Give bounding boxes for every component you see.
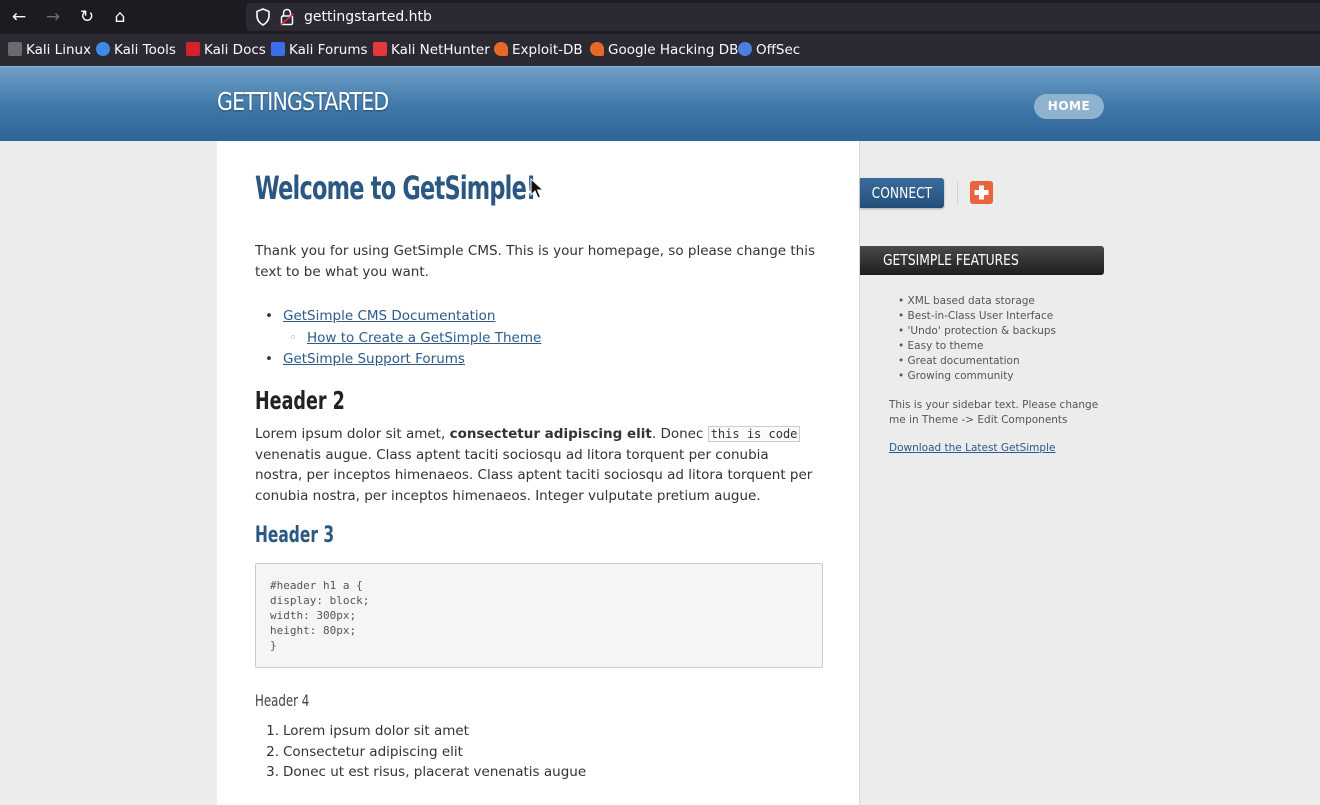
insecure-lock-icon[interactable] <box>280 8 294 26</box>
bookmark-google-hacking-db[interactable]: Google Hacking DB <box>590 41 738 59</box>
lorem-text-mid: . Donec <box>651 426 708 442</box>
bookmark-kali-forums[interactable]: Kali Forums <box>271 41 368 59</box>
bookmark-label: Kali Tools <box>114 42 176 58</box>
code-block: #header h1 a { display: block; width: 30… <box>255 563 823 668</box>
code-line: } <box>270 639 277 652</box>
kali-forums-icon <box>271 42 285 56</box>
url-text[interactable]: gettingstarted.htb <box>304 8 432 26</box>
bookmark-label: Kali Forums <box>289 42 368 58</box>
site-title[interactable]: GETTINGSTARTED <box>217 87 389 116</box>
features-title: GETSIMPLE FEATURES <box>883 251 1019 269</box>
list-item: • GetSimple Support Forums <box>265 351 465 367</box>
offsec-icon <box>738 42 752 56</box>
lorem-text-start: Lorem ipsum dolor sit amet, <box>255 426 450 442</box>
bookmark-kali-docs[interactable]: Kali Docs <box>186 41 266 59</box>
list-item: ◦ How to Create a GetSimple Theme <box>289 329 542 346</box>
intro-paragraph: Thank you for using GetSimple CMS. This … <box>255 243 816 280</box>
feature-item: XML based data storage <box>898 294 1108 309</box>
list-item: 2. Consectetur adipiscing elit <box>266 743 463 760</box>
list-item-text: Lorem ipsum dolor sit amet <box>283 723 469 739</box>
mouse-cursor-icon <box>530 178 544 199</box>
feature-item: 'Undo' protection & backups <box>898 324 1108 339</box>
download-link[interactable]: Download the Latest GetSimple <box>889 442 1055 454</box>
main-content: Welcome to GetSimple! Thank you for usin… <box>217 141 860 805</box>
lorem-text-end: venenatis augue. Class aptent taciti soc… <box>255 446 813 504</box>
sidebar-text: This is your sidebar text. Please change… <box>889 399 1099 426</box>
plus-icon[interactable] <box>970 181 993 204</box>
bookmark-label: Exploit-DB <box>512 42 583 58</box>
kali-dragon-icon <box>8 42 22 56</box>
sidebar-divider <box>957 182 958 204</box>
feature-item: Great documentation <box>898 354 1108 369</box>
back-arrow-icon[interactable]: ← <box>7 5 31 29</box>
header-2: Header 2 <box>255 386 345 415</box>
code-line: display: block; <box>270 594 370 607</box>
ghdb-icon <box>590 42 604 56</box>
browser-toolbar: ← → ↻ ⌂ gettingstarted.htb <box>0 0 1320 34</box>
site-header: GETTINGSTARTED HOME <box>0 66 1320 141</box>
list-item: • GetSimple CMS Documentation <box>265 308 496 324</box>
list-item: 1. Lorem ipsum dolor sit amet <box>266 723 469 739</box>
reload-icon[interactable]: ↻ <box>75 5 99 29</box>
feature-item: Best-in-Class User Interface <box>898 309 1108 324</box>
support-forums-link[interactable]: GetSimple Support Forums <box>283 351 465 367</box>
bookmark-label: Kali NetHunter <box>391 42 490 58</box>
bookmark-kali-linux[interactable]: Kali Linux <box>8 41 91 59</box>
home-icon[interactable]: ⌂ <box>108 5 132 29</box>
header-3: Header 3 <box>255 523 335 548</box>
bookmark-kali-nethunter[interactable]: Kali NetHunter <box>373 41 490 59</box>
bookmark-exploit-db[interactable]: Exploit-DB <box>494 41 583 59</box>
connect-label: CONNECT <box>871 184 933 202</box>
page-title: Welcome to GetSimple! <box>255 169 536 207</box>
lorem-paragraph: Lorem ipsum dolor sit amet, consectetur … <box>255 424 815 506</box>
forward-arrow-icon[interactable]: → <box>41 5 65 29</box>
nethunter-icon <box>373 42 387 56</box>
features-heading-bar: GETSIMPLE FEATURES <box>860 246 1104 275</box>
bookmark-label: Google Hacking DB <box>608 42 739 58</box>
bookmark-label: Kali Docs <box>204 42 266 58</box>
url-bar[interactable]: gettingstarted.htb <box>246 3 1320 31</box>
bookmark-offsec[interactable]: OffSec <box>738 41 800 59</box>
code-line: width: 300px; <box>270 609 357 622</box>
features-list: XML based data storage Best-in-Class Use… <box>898 294 1108 384</box>
bookmark-label: Kali Linux <box>26 42 92 58</box>
list-item-text: Consectetur adipiscing elit <box>283 743 463 760</box>
connect-button[interactable]: CONNECT <box>860 178 944 208</box>
kali-tools-icon <box>96 42 110 56</box>
bookmarks-bar: Kali Linux Kali Tools Kali Docs Kali For… <box>0 34 1320 66</box>
theme-guide-link[interactable]: How to Create a GetSimple Theme <box>307 330 541 346</box>
shield-icon[interactable] <box>255 8 271 26</box>
exploit-db-icon <box>494 42 508 56</box>
inline-code: this is code <box>707 426 801 442</box>
documentation-link[interactable]: GetSimple CMS Documentation <box>283 308 495 324</box>
bookmark-label: OffSec <box>756 42 801 58</box>
header-4: Header 4 <box>255 691 310 710</box>
link-list: • GetSimple CMS Documentation ◦ How to Cre… <box>255 306 815 371</box>
bookmark-kali-tools[interactable]: Kali Tools <box>96 41 176 59</box>
feature-item: Easy to theme <box>898 339 1108 354</box>
code-line: #header h1 a { <box>270 579 363 592</box>
lorem-bold-text: consectetur adipiscing elit <box>449 426 652 442</box>
code-line: height: 80px; <box>270 624 357 637</box>
list-item-text: Donec ut est risus, placerat venenatis a… <box>283 764 587 780</box>
feature-item: Growing community <box>898 369 1108 384</box>
kali-docs-icon <box>186 42 200 56</box>
home-nav-button[interactable]: HOME <box>1034 94 1104 119</box>
list-item: 3. Donec ut est risus, placerat venenatis… <box>266 764 587 780</box>
ordered-list: 1. Lorem ipsum dolor sit amet 2. Consectet… <box>255 721 815 783</box>
